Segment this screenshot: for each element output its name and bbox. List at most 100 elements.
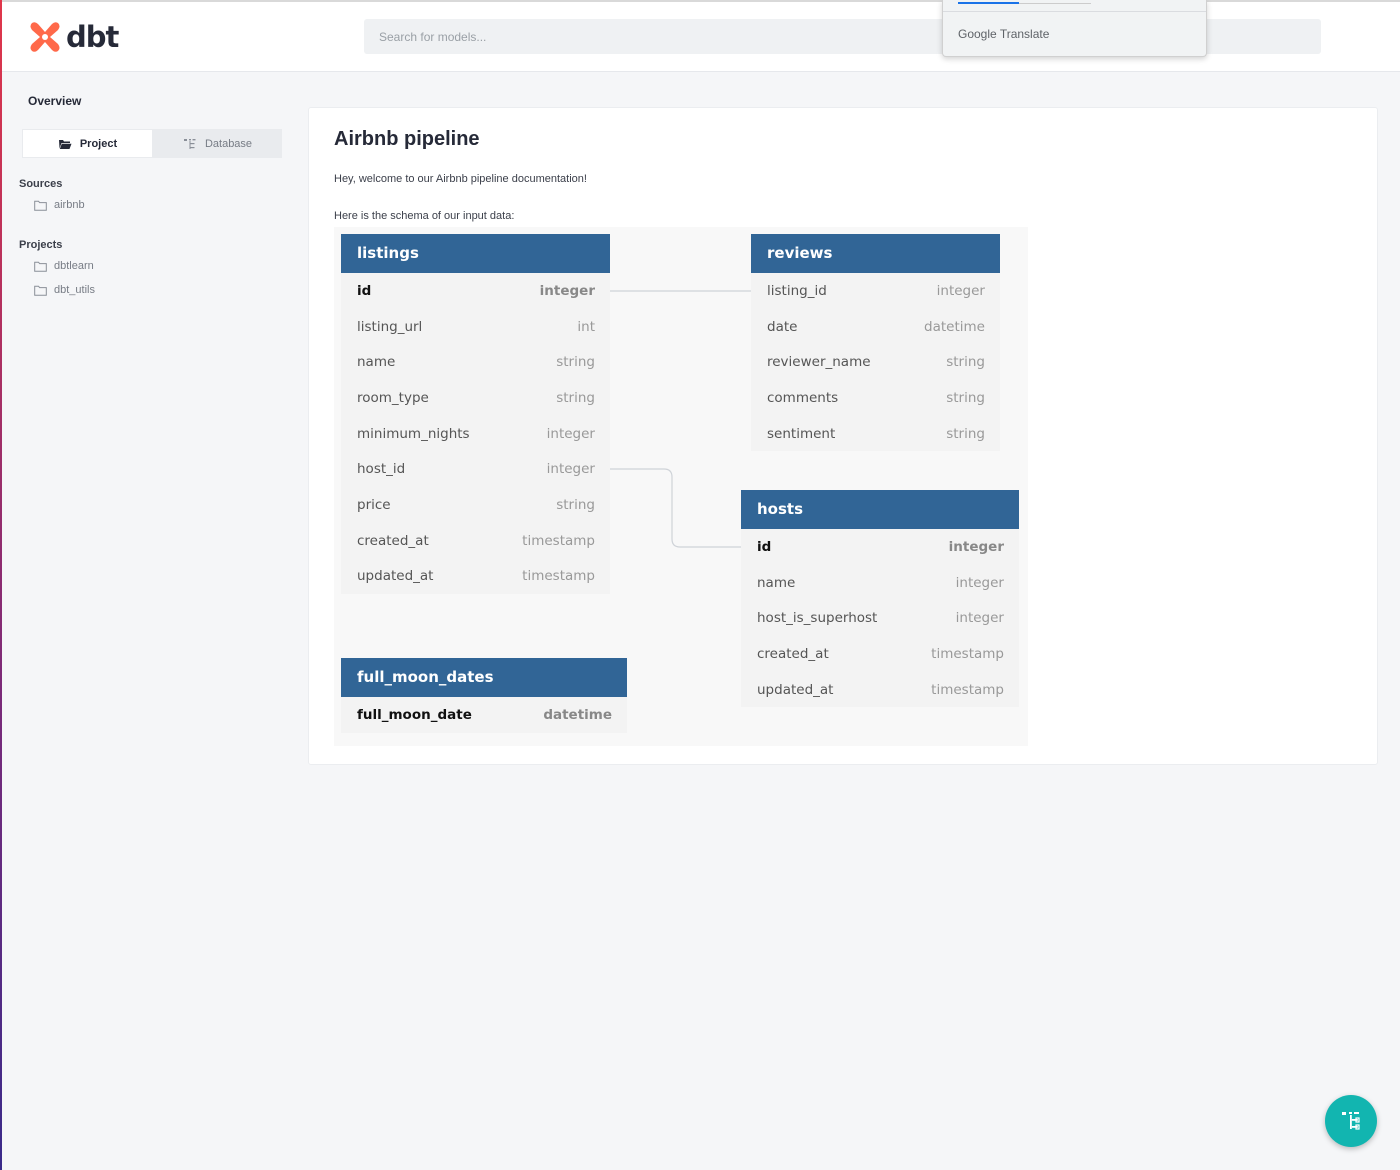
column-row: comments string bbox=[751, 380, 1000, 416]
column-type: integer bbox=[948, 538, 1004, 555]
sidebar-overview-link[interactable]: Overview bbox=[28, 94, 81, 108]
google-translate-popup: Google Translate bbox=[942, 0, 1207, 57]
column-name: reviewer_name bbox=[767, 354, 871, 371]
column-type: string bbox=[946, 354, 985, 371]
column-name: sentiment bbox=[767, 425, 836, 442]
tab-database[interactable]: Database bbox=[153, 129, 282, 158]
column-name: name bbox=[357, 354, 396, 371]
column-row: host_id integer bbox=[341, 451, 610, 487]
column-row: created_at timestamp bbox=[341, 523, 610, 559]
column-type: timestamp bbox=[522, 532, 595, 549]
brand-translate: Translate bbox=[999, 27, 1050, 41]
dbt-logo[interactable]: dbt bbox=[28, 20, 119, 54]
column-type: timestamp bbox=[522, 568, 595, 585]
column-name: price bbox=[357, 496, 391, 513]
sidebar-item-label: dbtlearn bbox=[54, 260, 94, 272]
column-row: sentiment string bbox=[751, 416, 1000, 452]
column-name: name bbox=[757, 574, 796, 591]
column-name: id bbox=[757, 538, 772, 555]
column-name: full_moon_date bbox=[357, 706, 472, 723]
column-type: integer bbox=[539, 282, 595, 299]
brand-google: Google bbox=[958, 27, 997, 41]
table-title: reviews bbox=[751, 234, 1000, 273]
column-row: reviewer_name string bbox=[751, 344, 1000, 380]
table-title: full_moon_dates bbox=[341, 658, 627, 697]
tab-database-label: Database bbox=[204, 137, 253, 150]
column-name: listing_id bbox=[767, 282, 827, 299]
sidebar-item-airbnb[interactable]: airbnb bbox=[34, 199, 85, 211]
sidebar-item-label: dbt_utils bbox=[54, 284, 95, 296]
column-row: full_moon_date datetime bbox=[341, 697, 627, 733]
sources-heading: Sources bbox=[19, 178, 63, 190]
column-type: string bbox=[556, 389, 595, 406]
sidebar-item-dbtlearn[interactable]: dbtlearn bbox=[34, 260, 94, 272]
column-row: room_type string bbox=[341, 380, 610, 416]
column-type: string bbox=[556, 354, 595, 371]
column-row: host_is_superhost integer bbox=[741, 600, 1019, 636]
column-type: datetime bbox=[924, 318, 985, 335]
column-name: comments bbox=[767, 389, 839, 406]
google-translate-brand[interactable]: Google Translate bbox=[958, 27, 1049, 41]
column-row: minimum_nights integer bbox=[341, 416, 610, 452]
sidebar-item-dbt-utils[interactable]: dbt_utils bbox=[34, 284, 95, 296]
lineage-graph-icon bbox=[1342, 1112, 1360, 1130]
tree-icon bbox=[183, 138, 196, 149]
folder-icon bbox=[34, 200, 47, 211]
column-type: string bbox=[946, 389, 985, 406]
table-title: listings bbox=[341, 234, 610, 273]
sidebar-item-label: airbnb bbox=[54, 199, 85, 211]
column-row: name integer bbox=[741, 565, 1019, 601]
translate-tab-indicator bbox=[958, 2, 1019, 4]
column-name: host_is_superhost bbox=[757, 610, 878, 627]
column-row: name string bbox=[341, 344, 610, 380]
column-row: date datetime bbox=[751, 309, 1000, 345]
column-name: updated_at bbox=[757, 681, 834, 698]
column-row: created_at timestamp bbox=[741, 636, 1019, 672]
column-name: updated_at bbox=[357, 568, 434, 585]
folder-icon bbox=[34, 285, 47, 296]
translate-divider bbox=[943, 11, 1206, 12]
window-left-accent bbox=[0, 0, 2, 1170]
column-name: room_type bbox=[357, 389, 429, 406]
column-name: id bbox=[357, 282, 372, 299]
lineage-graph-button[interactable] bbox=[1325, 1095, 1377, 1147]
column-type: string bbox=[946, 425, 985, 442]
table-listings[interactable]: listings id integer listing_url int name stri… bbox=[341, 234, 610, 595]
column-row: price string bbox=[341, 487, 610, 523]
column-type: integer bbox=[546, 425, 595, 442]
column-type: integer bbox=[955, 610, 1004, 627]
column-row: listing_id integer bbox=[751, 273, 1000, 309]
column-name: created_at bbox=[757, 645, 829, 662]
page-title: Airbnb pipeline bbox=[334, 128, 480, 150]
tab-project[interactable]: Project bbox=[23, 130, 152, 157]
column-type: string bbox=[556, 496, 595, 513]
column-name: host_id bbox=[357, 461, 406, 478]
column-type: int bbox=[577, 318, 595, 335]
column-name: listing_url bbox=[357, 318, 423, 335]
column-row: updated_at timestamp bbox=[741, 672, 1019, 708]
schema-diagram: listings id integer listing_url int name stri… bbox=[334, 227, 1028, 746]
tab-project-label: Project bbox=[79, 137, 118, 150]
column-type: integer bbox=[546, 461, 595, 478]
column-type: datetime bbox=[543, 706, 612, 723]
column-type: integer bbox=[936, 282, 985, 299]
column-row: id integer bbox=[341, 273, 610, 309]
column-row: listing_url int bbox=[341, 309, 610, 345]
column-name: minimum_nights bbox=[357, 425, 470, 442]
folder-open-icon bbox=[58, 139, 72, 149]
table-reviews[interactable]: reviews listing_id integer date datetime rev… bbox=[751, 234, 1000, 452]
schema-intro-text: Here is the schema of our input data: bbox=[334, 210, 515, 222]
logo-text: dbt bbox=[66, 20, 119, 54]
column-type: integer bbox=[955, 574, 1004, 591]
table-title: hosts bbox=[741, 490, 1019, 529]
column-row: id integer bbox=[741, 529, 1019, 565]
translate-tabs[interactable] bbox=[958, 0, 1091, 4]
dbt-logo-icon bbox=[30, 22, 60, 52]
column-name: date bbox=[767, 318, 798, 335]
column-type: timestamp bbox=[931, 645, 1004, 662]
column-type: timestamp bbox=[931, 681, 1004, 698]
intro-text: Hey, welcome to our Airbnb pipeline docu… bbox=[334, 173, 587, 185]
table-full-moon-dates[interactable]: full_moon_dates full_moon_date datetime bbox=[341, 658, 627, 733]
projects-heading: Projects bbox=[19, 239, 63, 251]
table-hosts[interactable]: hosts id integer name integer host_is_superh… bbox=[741, 490, 1019, 708]
